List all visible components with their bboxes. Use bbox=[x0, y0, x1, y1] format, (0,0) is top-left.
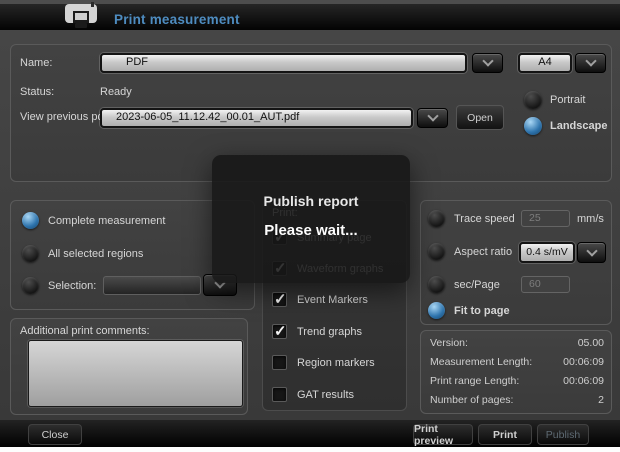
sec-page-input: 60 bbox=[521, 276, 570, 293]
info-label: Measurement Length: bbox=[430, 356, 532, 368]
fit-to-page-label: Fit to page bbox=[454, 305, 510, 317]
info-label: Version: bbox=[430, 337, 468, 349]
aspect-ratio-label: Aspect ratio bbox=[454, 246, 512, 258]
sec-page-label: sec/Page bbox=[454, 279, 500, 291]
trend-graphs-checkbox[interactable] bbox=[272, 324, 287, 339]
fit-to-page-radio[interactable] bbox=[428, 302, 445, 319]
titlebar: Print measurement bbox=[0, 0, 620, 30]
info-value: 00:06:09 bbox=[563, 356, 604, 368]
info-row-print-range-length: Print range Length: 00:06:09 bbox=[430, 375, 604, 387]
landscape-radio[interactable] bbox=[524, 117, 542, 135]
info-value: 05.00 bbox=[578, 337, 604, 349]
trace-speed-unit: mm/s bbox=[577, 213, 604, 225]
aspect-ratio-radio[interactable] bbox=[428, 243, 445, 260]
region-markers-label: Region markers bbox=[297, 357, 375, 369]
selection-field[interactable] bbox=[103, 276, 201, 295]
printer-icon bbox=[62, 2, 102, 35]
view-previous-label: View previous pdf bbox=[20, 111, 107, 123]
paper-size-field[interactable]: A4 bbox=[518, 53, 572, 73]
name-dropdown-button[interactable] bbox=[472, 53, 503, 73]
landscape-label: Landscape bbox=[550, 120, 607, 132]
event-markers-label: Event Markers bbox=[297, 294, 368, 306]
dialog-window: Print measurement Name: PDF A4 Status: R… bbox=[0, 0, 620, 447]
info-row-number-of-pages: Number of pages: 2 bbox=[430, 394, 604, 406]
complete-measurement-radio[interactable] bbox=[22, 212, 39, 229]
trend-graphs-label: Trend graphs bbox=[297, 326, 362, 338]
open-button[interactable]: Open bbox=[456, 105, 504, 130]
publish-button[interactable]: Publish bbox=[537, 424, 589, 445]
region-markers-checkbox[interactable] bbox=[272, 355, 287, 370]
status-value: Ready bbox=[100, 86, 132, 98]
paper-size-dropdown-button[interactable] bbox=[575, 53, 606, 73]
chevron-down-icon bbox=[482, 55, 493, 66]
close-button[interactable]: Close bbox=[28, 424, 82, 445]
trace-speed-input: 25 bbox=[521, 210, 570, 227]
all-selected-regions-label: All selected regions bbox=[48, 248, 143, 260]
info-label: Print range Length: bbox=[430, 375, 519, 387]
comments-textarea[interactable] bbox=[28, 340, 243, 407]
info-value: 00:06:09 bbox=[563, 375, 604, 387]
modal-message: Please wait... bbox=[212, 209, 410, 239]
all-selected-regions-radio[interactable] bbox=[22, 245, 39, 262]
modal-title: Publish report bbox=[212, 155, 410, 209]
bottom-strip bbox=[0, 447, 620, 452]
selection-label: Selection: bbox=[48, 280, 96, 292]
portrait-radio[interactable] bbox=[524, 91, 542, 109]
gat-results-label: GAT results bbox=[297, 389, 354, 401]
name-label: Name: bbox=[20, 57, 52, 69]
publish-report-modal: Publish report Please wait... bbox=[212, 155, 410, 283]
aspect-ratio-dropdown-button[interactable] bbox=[577, 242, 606, 263]
trace-speed-radio[interactable] bbox=[428, 210, 445, 227]
chevron-down-icon bbox=[585, 55, 596, 66]
info-row-measurement-length: Measurement Length: 00:06:09 bbox=[430, 356, 604, 368]
event-markers-checkbox[interactable] bbox=[272, 292, 287, 307]
chevron-down-icon bbox=[427, 110, 438, 121]
chevron-down-icon bbox=[586, 245, 597, 256]
name-field[interactable]: PDF bbox=[100, 53, 467, 73]
complete-measurement-label: Complete measurement bbox=[48, 215, 165, 227]
print-button[interactable]: Print bbox=[478, 424, 532, 445]
info-label: Number of pages: bbox=[430, 394, 513, 406]
trace-speed-label: Trace speed bbox=[454, 213, 515, 225]
portrait-label: Portrait bbox=[550, 94, 585, 106]
info-value: 2 bbox=[598, 394, 604, 406]
sec-page-radio[interactable] bbox=[428, 276, 445, 293]
gat-results-checkbox[interactable] bbox=[272, 387, 287, 402]
comments-label: Additional print comments: bbox=[20, 325, 150, 337]
print-measurement-dialog: Print measurement Name: PDF A4 Status: R… bbox=[0, 0, 620, 452]
dialog-title: Print measurement bbox=[114, 12, 240, 27]
print-preview-button[interactable]: Print preview bbox=[413, 424, 473, 445]
previous-pdf-dropdown-button[interactable] bbox=[417, 108, 448, 128]
aspect-ratio-field[interactable]: 0.4 s/mV bbox=[519, 242, 575, 263]
info-row-version: Version: 05.00 bbox=[430, 337, 604, 349]
previous-pdf-field[interactable]: 2023-06-05_11.12.42_00.01_AUT.pdf bbox=[100, 108, 413, 128]
status-label: Status: bbox=[20, 86, 54, 98]
selection-radio[interactable] bbox=[22, 277, 39, 294]
